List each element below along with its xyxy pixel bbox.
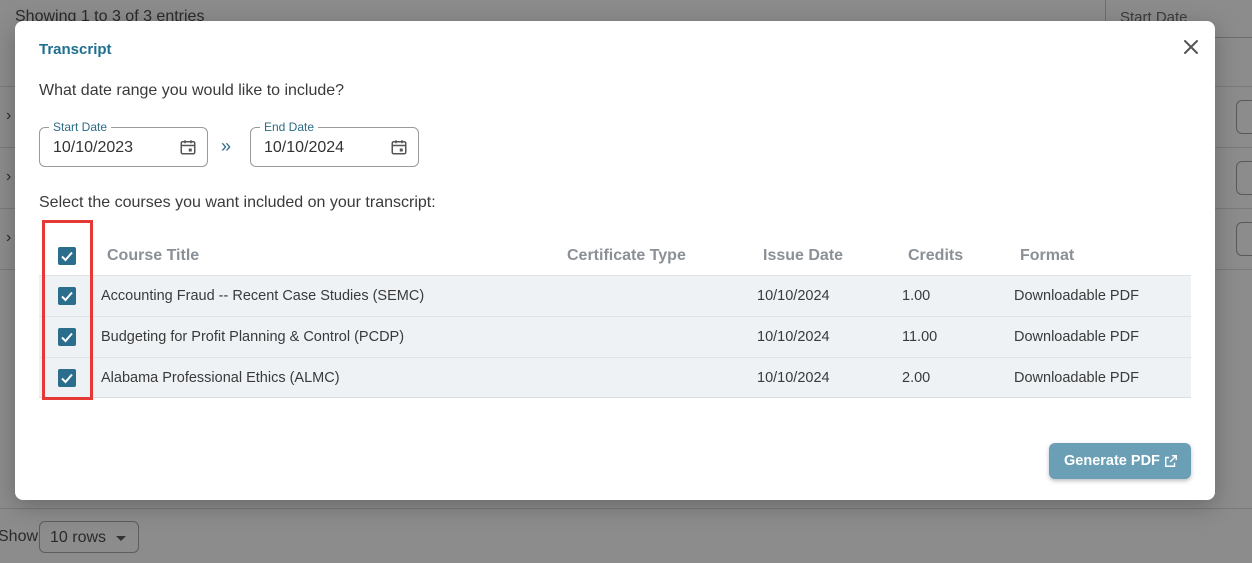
bg-row-action[interactable] (1236, 100, 1252, 134)
bg-row-action[interactable] (1236, 222, 1252, 256)
end-date-label: End Date (260, 120, 319, 134)
start-date-input[interactable] (53, 139, 163, 157)
transcript-modal: Transcript What date range you would lik… (15, 21, 1215, 500)
chevron-right-icon[interactable]: › (6, 229, 11, 247)
credits: 11.00 (902, 329, 938, 345)
range-separator-icon: » (221, 136, 232, 156)
course-title: Accounting Fraud -- Recent Case Studies … (101, 288, 425, 304)
bg-row-action[interactable] (1236, 161, 1252, 195)
issue-date: 10/10/2024 (757, 329, 830, 345)
rows-per-page-value: 10 rows (50, 529, 107, 546)
table-row: Budgeting for Profit Planning & Control … (39, 316, 1191, 357)
course-title: Alabama Professional Ethics (ALMC) (101, 370, 340, 386)
caret-down-icon (116, 536, 126, 541)
row-checkbox[interactable] (58, 369, 76, 387)
start-date-field[interactable]: Start Date (39, 120, 208, 167)
end-date-input[interactable] (264, 139, 374, 157)
credits: 2.00 (902, 370, 931, 386)
select-courses-label: Select the courses you want included on … (39, 194, 436, 211)
column-header-certificate-type[interactable]: Certificate Type (567, 247, 686, 265)
generate-pdf-button[interactable]: Generate PDF (1049, 443, 1191, 479)
calendar-icon[interactable] (390, 138, 408, 156)
column-header-course-title[interactable]: Course Title (107, 247, 199, 265)
row-checkbox[interactable] (58, 328, 76, 346)
checkbox-checked-icon (61, 291, 73, 302)
issue-date: 10/10/2024 (757, 370, 830, 386)
format: Downloadable PDF (1014, 370, 1139, 386)
checkbox-checked-icon (61, 373, 73, 384)
row-checkbox[interactable] (58, 287, 76, 305)
close-button[interactable] (1179, 35, 1203, 59)
column-header-credits[interactable]: Credits (908, 247, 963, 265)
calendar-icon[interactable] (179, 138, 197, 156)
rows-per-page-select[interactable]: 10 rows (39, 521, 139, 553)
bg-footer-divider (0, 508, 1252, 509)
table-row: Accounting Fraud -- Recent Case Studies … (39, 275, 1191, 316)
show-label: Show (0, 528, 39, 545)
select-all-checkbox[interactable] (58, 247, 76, 265)
format: Downloadable PDF (1014, 288, 1139, 304)
external-link-icon (1165, 455, 1177, 467)
chevron-right-icon[interactable]: › (6, 168, 11, 186)
column-header-issue-date[interactable]: Issue Date (763, 247, 843, 265)
modal-title: Transcript (39, 41, 112, 58)
table-row: Alabama Professional Ethics (ALMC) 10/10… (39, 357, 1191, 398)
credits: 1.00 (902, 288, 931, 304)
format: Downloadable PDF (1014, 329, 1139, 345)
start-date-label: Start Date (49, 120, 112, 134)
course-title: Budgeting for Profit Planning & Control … (101, 329, 405, 345)
checkbox-checked-icon (61, 332, 73, 343)
issue-date: 10/10/2024 (757, 288, 830, 304)
close-icon (1184, 40, 1198, 54)
column-header-format[interactable]: Format (1020, 247, 1074, 265)
checkbox-checked-icon (61, 251, 73, 262)
courses-table: Course Title Certificate Type Issue Date… (39, 235, 1191, 398)
chevron-right-icon[interactable]: › (6, 107, 11, 125)
end-date-field[interactable]: End Date (250, 120, 419, 167)
date-range-question: What date range you would like to includ… (39, 82, 345, 99)
generate-pdf-label: Generate PDF (1064, 453, 1160, 469)
table-header: Course Title Certificate Type Issue Date… (39, 235, 1191, 275)
